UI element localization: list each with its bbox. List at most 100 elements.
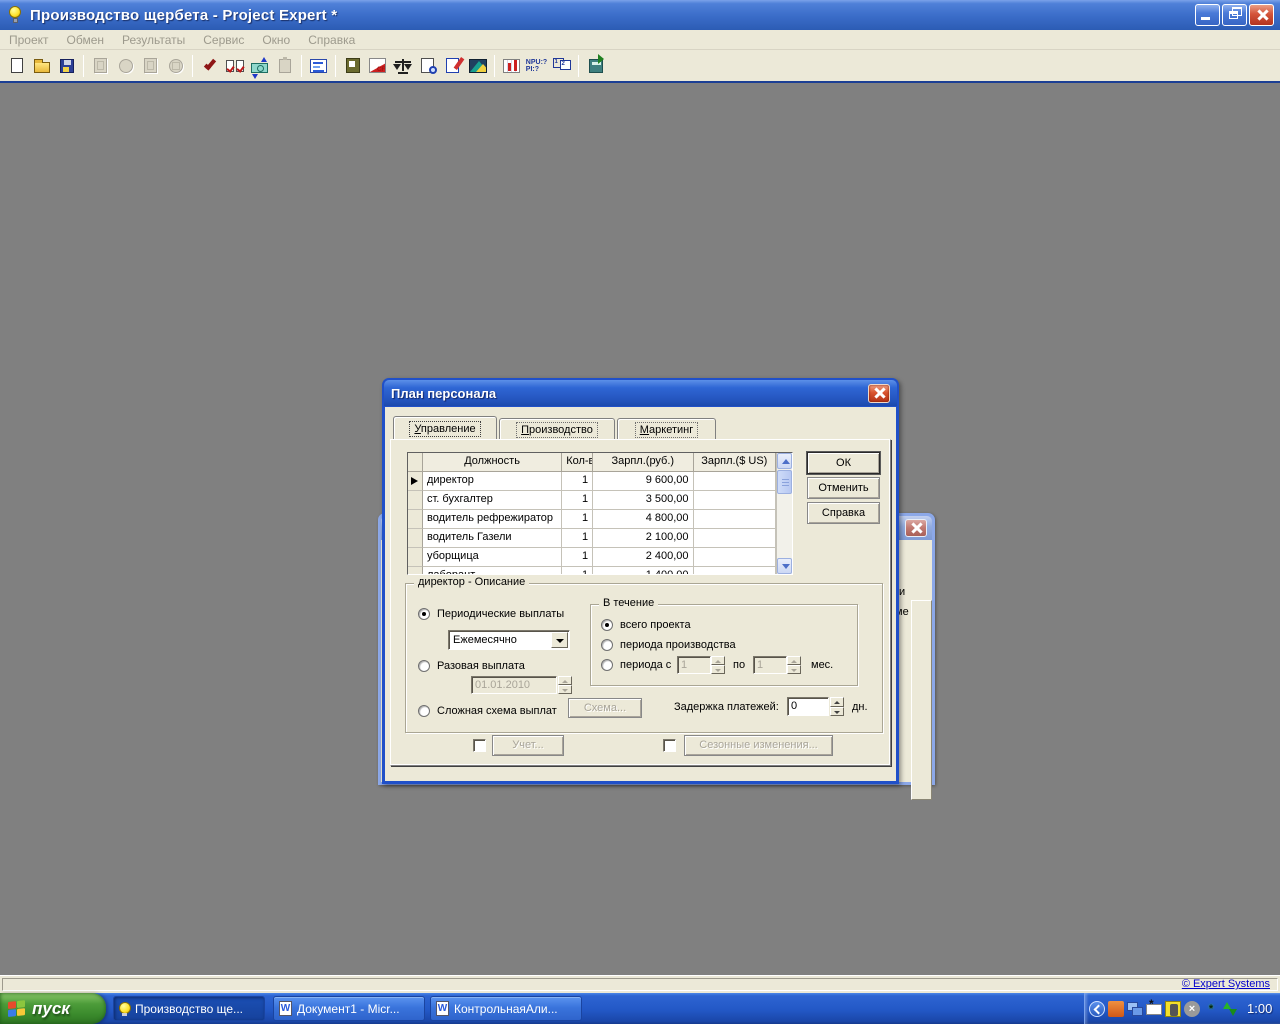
antivirus-spider-tray-icon[interactable]: * bbox=[1203, 1001, 1219, 1017]
table-row[interactable]: директор 1 9 600,00 bbox=[408, 472, 777, 491]
scroll-down-button[interactable] bbox=[777, 558, 792, 574]
close-icon bbox=[1255, 9, 1268, 22]
calculator-export-icon[interactable] bbox=[583, 53, 608, 78]
delay-input[interactable]: 0 bbox=[787, 697, 829, 716]
onetime-date-spinner[interactable] bbox=[558, 676, 572, 694]
menu-results[interactable]: Результаты bbox=[113, 31, 194, 49]
java-tray-icon[interactable] bbox=[1108, 1000, 1124, 1017]
taskbar-item-document1[interactable]: W Документ1 - Micr... bbox=[273, 996, 425, 1021]
cell-salary-usd[interactable] bbox=[693, 529, 777, 548]
cell-count[interactable]: 1 bbox=[562, 510, 594, 529]
money-transfer-icon[interactable] bbox=[247, 54, 272, 79]
onetime-payment-radio[interactable] bbox=[418, 660, 430, 672]
windows-compare-icon[interactable]: 12 bbox=[549, 54, 574, 78]
taskbar-item-project-expert[interactable]: Производство ще... bbox=[113, 996, 265, 1021]
ok-button[interactable]: ОК bbox=[807, 452, 880, 474]
close-button[interactable] bbox=[1249, 4, 1274, 26]
tab-production[interactable]: Производство bbox=[499, 418, 615, 439]
cell-count[interactable]: 1 bbox=[562, 529, 594, 548]
cell-position[interactable]: уборщица bbox=[422, 548, 563, 567]
task-list-icon[interactable] bbox=[306, 54, 331, 78]
expert-systems-link[interactable]: © Expert Systems bbox=[1182, 978, 1270, 990]
cell-salary-rub[interactable]: 2 100,00 bbox=[593, 529, 694, 548]
onetime-date-input[interactable]: 01.01.2010 bbox=[471, 676, 557, 694]
periodic-payments-radio[interactable] bbox=[418, 608, 430, 620]
table-row[interactable]: ст. бухгалтер 1 3 500,00 bbox=[408, 491, 777, 510]
table-row[interactable]: уборщица 1 2 400,00 bbox=[408, 548, 777, 567]
taskbar-item-kontrolnaya[interactable]: W КонтрольнаяАли... bbox=[430, 996, 582, 1021]
period-from-spinner[interactable] bbox=[711, 656, 725, 674]
cell-salary-rub[interactable]: 4 800,00 bbox=[593, 510, 694, 529]
report-edit-icon[interactable] bbox=[440, 54, 465, 78]
network-tray-icon[interactable] bbox=[1127, 1001, 1143, 1017]
save-icon[interactable] bbox=[54, 54, 79, 78]
menu-project[interactable]: Проект bbox=[0, 31, 58, 49]
custom-period-radio[interactable] bbox=[601, 659, 613, 671]
collapse-chevron-icon[interactable] bbox=[1089, 1000, 1105, 1017]
period-to-input[interactable]: 1 bbox=[753, 656, 787, 674]
whole-project-radio[interactable] bbox=[601, 619, 613, 631]
period-combobox[interactable]: Ежемесячно bbox=[448, 630, 570, 650]
cell-position[interactable]: ст. бухгалтер bbox=[422, 491, 563, 510]
graph-icon[interactable] bbox=[465, 54, 490, 78]
check-icon[interactable] bbox=[197, 54, 222, 78]
disconnect-tray-icon[interactable]: × bbox=[1184, 1000, 1200, 1017]
period-to-spinner[interactable] bbox=[787, 656, 801, 674]
period-from-input[interactable]: 1 bbox=[677, 656, 711, 674]
uchet-checkbox[interactable] bbox=[473, 739, 486, 752]
cell-position[interactable]: водитель Газели bbox=[422, 529, 563, 548]
cash-flow-icon[interactable]: CF bbox=[365, 54, 390, 78]
open-project-icon[interactable] bbox=[29, 54, 54, 78]
cell-salary-usd[interactable] bbox=[693, 491, 777, 510]
cell-salary-rub[interactable]: 3 500,00 bbox=[593, 491, 694, 510]
notebook-icon[interactable] bbox=[340, 54, 365, 78]
cell-salary-rub[interactable]: 2 400,00 bbox=[593, 548, 694, 567]
cell-position[interactable]: водитель рефрежиратор bbox=[422, 510, 563, 529]
tab-marketing[interactable]: Маркетинг bbox=[617, 418, 716, 439]
cell-salary-usd[interactable] bbox=[693, 510, 777, 529]
cell-count[interactable]: 1 bbox=[562, 567, 594, 574]
cell-salary-usd[interactable] bbox=[693, 472, 777, 491]
scales-icon[interactable] bbox=[390, 54, 415, 78]
background-dialog-close-button[interactable] bbox=[905, 519, 927, 537]
cell-salary-rub[interactable]: 1 400,00 bbox=[593, 567, 694, 574]
cell-count[interactable]: 1 bbox=[562, 548, 594, 567]
network-activity-tray-icon[interactable] bbox=[1222, 1001, 1238, 1017]
cell-salary-usd[interactable] bbox=[693, 548, 777, 567]
tab-management[interactable]: Управление bbox=[393, 416, 497, 439]
combo-dropdown-icon[interactable] bbox=[551, 632, 568, 648]
menu-exchange[interactable]: Обмен bbox=[58, 31, 114, 49]
menu-window[interactable]: Окно bbox=[253, 31, 299, 49]
table-row[interactable]: водитель рефрежиратор 1 4 800,00 bbox=[408, 510, 777, 529]
menu-service[interactable]: Сервис bbox=[194, 31, 253, 49]
scroll-up-button[interactable] bbox=[777, 453, 792, 469]
production-period-radio[interactable] bbox=[601, 639, 613, 651]
mail-guard-tray-icon[interactable]: * bbox=[1146, 998, 1162, 1015]
new-document-icon[interactable] bbox=[4, 54, 29, 78]
cell-position[interactable]: директор bbox=[422, 472, 563, 491]
cell-salary-rub[interactable]: 9 600,00 bbox=[593, 472, 694, 491]
remote-control-tray-icon[interactable] bbox=[1165, 1000, 1181, 1017]
cell-position[interactable]: лаборант bbox=[422, 567, 563, 574]
cell-count[interactable]: 1 bbox=[562, 491, 594, 510]
table-chart-icon[interactable] bbox=[499, 54, 524, 78]
scroll-thumb[interactable] bbox=[777, 470, 792, 494]
delay-spinner[interactable] bbox=[830, 697, 844, 716]
npv-indicators-icon[interactable]: NPU:? PI:? bbox=[524, 54, 549, 78]
restore-button[interactable] bbox=[1222, 4, 1247, 26]
dialog-close-button[interactable] bbox=[868, 383, 890, 403]
complex-scheme-radio[interactable] bbox=[418, 705, 430, 717]
cell-count[interactable]: 1 bbox=[562, 472, 594, 491]
menu-help[interactable]: Справка bbox=[299, 31, 364, 49]
help-button[interactable]: Справка bbox=[807, 502, 880, 524]
table-row[interactable]: лаборант 1 1 400,00 bbox=[408, 567, 777, 574]
compare-docs-icon[interactable] bbox=[222, 54, 247, 78]
cell-salary-usd[interactable] bbox=[693, 567, 777, 574]
start-button[interactable]: пуск bbox=[0, 993, 106, 1024]
document-search-icon[interactable] bbox=[415, 54, 440, 78]
table-row[interactable]: водитель Газели 1 2 100,00 bbox=[408, 529, 777, 548]
cancel-button[interactable]: Отменить bbox=[807, 477, 880, 499]
seasonal-checkbox[interactable] bbox=[663, 739, 676, 752]
table-scrollbar[interactable] bbox=[776, 453, 792, 574]
minimize-button[interactable] bbox=[1195, 4, 1220, 26]
